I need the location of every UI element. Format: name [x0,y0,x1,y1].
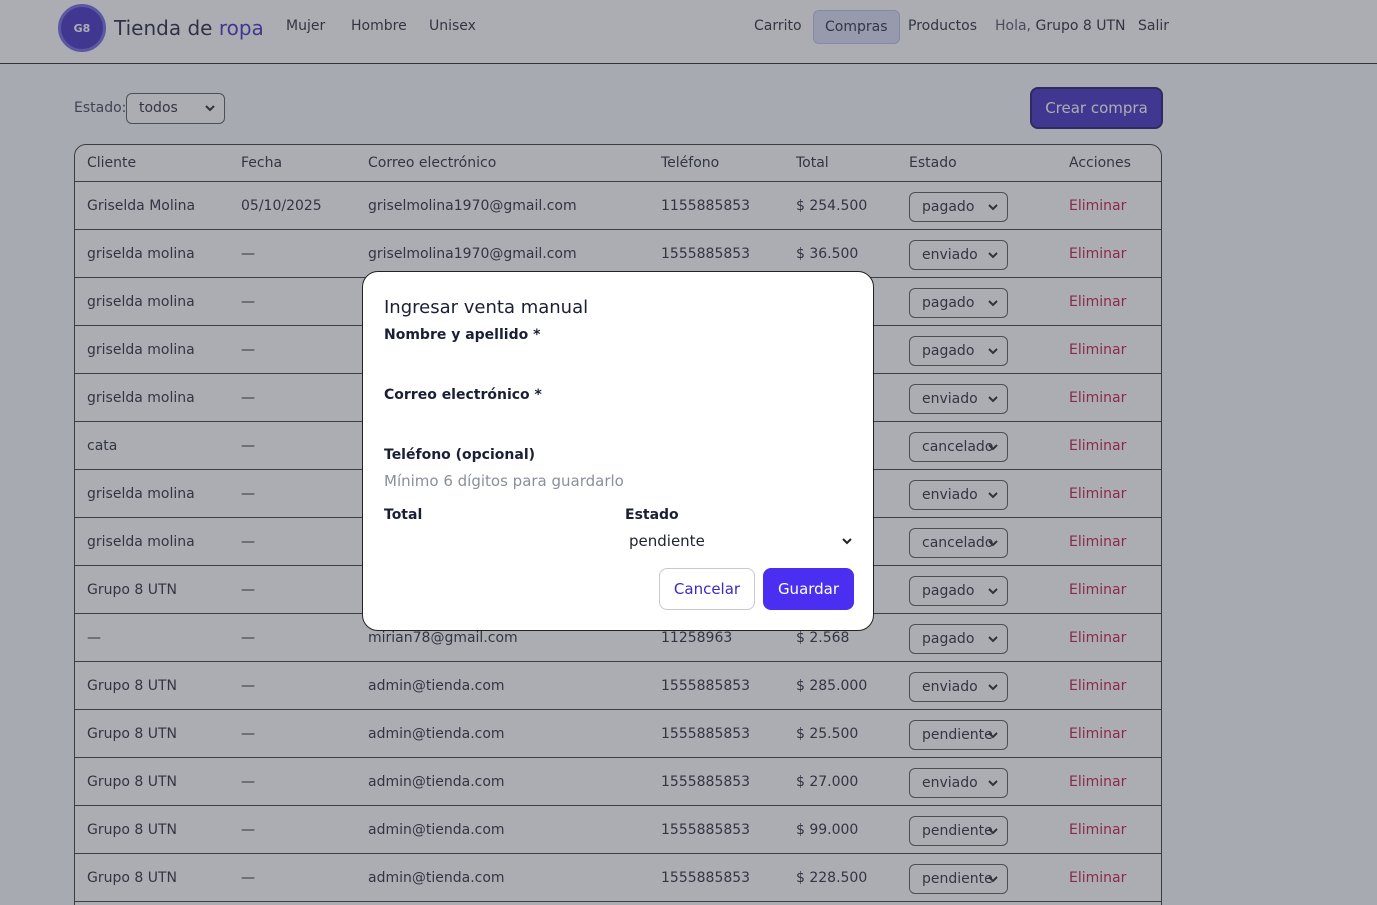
email-field-label: Correo electrónico * [384,387,542,403]
total-field[interactable] [384,528,609,554]
estado-field-select[interactable]: pendiente [625,527,855,555]
name-field-label: Nombre y apellido * [384,327,541,343]
manual-sale-dialog: Ingresar venta manual Nombre y apellido … [362,271,874,631]
cancel-button[interactable]: Cancelar [659,568,755,610]
estado-field-label: Estado [625,507,679,523]
save-button[interactable]: Guardar [763,568,854,610]
estado-field-value: pendiente [629,532,705,550]
dialog-title: Ingresar venta manual [384,297,589,318]
phone-field[interactable] [384,468,854,494]
email-field[interactable] [384,410,854,436]
total-field-label: Total [384,507,423,523]
phone-field-label: Teléfono (opcional) [384,447,536,463]
name-field[interactable] [384,350,854,376]
chevron-down-icon [842,538,852,545]
